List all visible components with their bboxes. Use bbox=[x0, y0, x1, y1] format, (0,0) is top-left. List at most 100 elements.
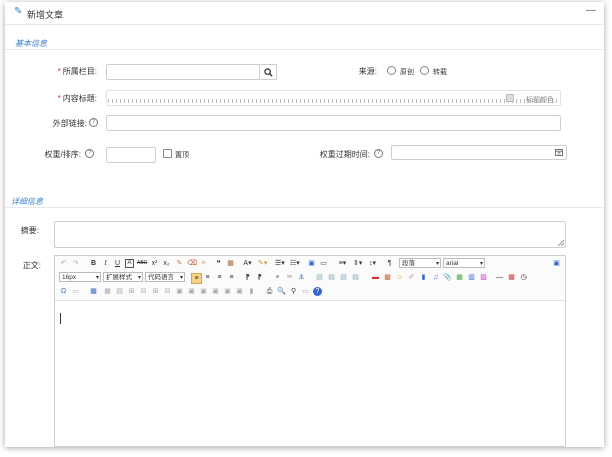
line-height-icon[interactable]: ↕▾ bbox=[368, 259, 377, 268]
align-right-icon[interactable]: ≡ bbox=[215, 273, 224, 282]
special-chars-icon[interactable]: Ω bbox=[59, 287, 68, 296]
select-all-icon[interactable]: ▣ bbox=[307, 259, 316, 268]
image-left-icon[interactable]: ▤ bbox=[327, 273, 336, 282]
merge-right-icon[interactable]: ▣ bbox=[187, 287, 196, 296]
undo-icon[interactable]: ↶ bbox=[59, 259, 68, 268]
split-to-cells-icon[interactable]: ▣ bbox=[211, 287, 220, 296]
insert-code-icon[interactable]: ▧ bbox=[479, 273, 488, 282]
redo-icon[interactable]: ↷ bbox=[71, 259, 80, 268]
paragraph-select[interactable]: 段落 bbox=[399, 258, 441, 269]
blockquote-icon[interactable]: ❝ bbox=[214, 259, 223, 268]
map-icon[interactable]: ▦ bbox=[455, 273, 464, 282]
insert-frame-icon[interactable]: ▥ bbox=[467, 273, 476, 282]
preview-icon[interactable]: 🔍 bbox=[277, 287, 286, 296]
direction-rtl-icon[interactable]: ⁋ bbox=[255, 273, 264, 282]
align-left-icon[interactable]: ≡ bbox=[191, 273, 202, 284]
image-center-icon[interactable]: ▤ bbox=[351, 273, 360, 282]
insert-image-icon[interactable]: ▩ bbox=[383, 273, 392, 282]
title-color-swatch[interactable] bbox=[506, 94, 514, 102]
subscript-icon[interactable]: x₂ bbox=[162, 259, 171, 268]
charts-icon[interactable]: ▮ bbox=[247, 287, 256, 296]
time-icon[interactable]: ◷ bbox=[519, 273, 528, 282]
section-basic-title: 基本信息 bbox=[15, 39, 47, 48]
attachment-icon[interactable]: 📎 bbox=[443, 273, 452, 282]
bg-color-icon[interactable]: ✎▾ bbox=[258, 259, 267, 268]
delete-col-icon[interactable]: ⊟ bbox=[163, 287, 172, 296]
scrawl-icon[interactable]: ✐ bbox=[407, 273, 416, 282]
insert-video-icon[interactable]: ▮ bbox=[419, 273, 428, 282]
source-original-radio[interactable] bbox=[387, 66, 396, 75]
font-family-select[interactable]: arial bbox=[443, 258, 485, 269]
simple-upload-icon[interactable]: ▬ bbox=[371, 273, 380, 282]
pin-checkbox[interactable] bbox=[163, 149, 172, 158]
source-repost-radio[interactable] bbox=[420, 66, 429, 75]
italic-icon[interactable]: I bbox=[101, 259, 110, 268]
code-language-select[interactable]: 代码语言 bbox=[145, 272, 185, 283]
format-match-icon[interactable]: ✎ bbox=[175, 259, 184, 268]
delete-table-icon[interactable]: ▦ bbox=[103, 287, 112, 296]
emoticon-icon[interactable]: ☺ bbox=[395, 273, 404, 282]
print-icon[interactable]: ⎙ bbox=[265, 287, 274, 296]
title-color-button[interactable]: 标题颜色 bbox=[526, 95, 554, 105]
date-icon[interactable]: ▦ bbox=[507, 273, 516, 282]
unordered-list-icon[interactable]: ☷▾ bbox=[290, 259, 300, 268]
border-text-icon[interactable]: A bbox=[125, 259, 134, 268]
underline-icon[interactable]: U bbox=[113, 259, 122, 268]
insert-table-icon[interactable]: ▦ bbox=[89, 287, 98, 296]
align-justify-icon[interactable]: ≡ bbox=[227, 273, 236, 282]
question-circle-icon[interactable]: ? bbox=[89, 118, 98, 127]
eraser-icon[interactable]: ⌫ bbox=[187, 259, 197, 268]
search-replace-icon[interactable]: ⚲ bbox=[289, 287, 298, 296]
merge-down-icon[interactable]: ▣ bbox=[199, 287, 208, 296]
image-none-icon[interactable]: ▤ bbox=[315, 273, 324, 282]
font-size-select[interactable]: 16px bbox=[59, 272, 101, 283]
merge-cells-icon[interactable]: ▣ bbox=[175, 287, 184, 296]
align-center-icon[interactable]: ≡ bbox=[203, 273, 212, 282]
expire-time-input[interactable] bbox=[391, 145, 567, 160]
bold-icon[interactable]: B bbox=[89, 259, 98, 268]
horizontal-rule-icon[interactable]: — bbox=[495, 273, 504, 282]
category-input[interactable] bbox=[106, 64, 260, 80]
weight-input[interactable] bbox=[106, 147, 156, 163]
summary-textarea[interactable] bbox=[54, 221, 566, 248]
resize-handle-icon[interactable] bbox=[558, 240, 564, 246]
split-to-cols-icon[interactable]: ▣ bbox=[235, 287, 244, 296]
minimize-button[interactable]: — bbox=[586, 5, 596, 16]
auto-format-icon[interactable]: ✧ bbox=[199, 259, 208, 268]
paste-plain-icon[interactable]: ▦ bbox=[226, 259, 235, 268]
rich-text-editor[interactable]: ↶ ↷ B I U A ABC x² x₂ ✎ ⌫ ✧ ❝ ▦ A▾ ✎▾ ☰▾… bbox=[54, 255, 566, 447]
editor-toolbar: ↶ ↷ B I U A ABC x² x₂ ✎ ⌫ ✧ ❝ ▦ A▾ ✎▾ ☰▾… bbox=[55, 256, 565, 301]
split-to-rows-icon[interactable]: ▣ bbox=[223, 287, 232, 296]
insert-col-icon[interactable]: ⊞ bbox=[151, 287, 160, 296]
text-cursor bbox=[60, 313, 61, 324]
delete-row-icon[interactable]: ⊟ bbox=[139, 287, 148, 296]
music-icon[interactable]: ♫ bbox=[431, 273, 440, 282]
ordered-list-icon[interactable]: ☰▾ bbox=[275, 259, 285, 268]
question-circle-icon[interactable]: ? bbox=[85, 149, 94, 158]
superscript-icon[interactable]: x² bbox=[150, 259, 159, 268]
question-circle-icon[interactable]: ? bbox=[374, 149, 383, 158]
strikethrough-icon[interactable]: ABC bbox=[137, 259, 147, 268]
direction-ltr-icon[interactable]: ⁋ bbox=[243, 273, 252, 282]
insert-row-icon[interactable]: ⊞ bbox=[127, 287, 136, 296]
help-icon[interactable]: ? bbox=[313, 287, 322, 296]
content-title-input[interactable]: 标题颜色 bbox=[106, 90, 561, 106]
link-icon[interactable]: ⚭ bbox=[273, 273, 282, 282]
calendar-icon[interactable] bbox=[555, 149, 563, 156]
section-divider bbox=[5, 49, 604, 50]
draft-icon[interactable]: ▭ bbox=[301, 287, 310, 296]
extended-style-select[interactable]: 扩展样式 bbox=[103, 272, 143, 283]
image-right-icon[interactable]: ▤ bbox=[339, 273, 348, 282]
row-spacing-bottom-icon[interactable]: ⇕▾ bbox=[353, 259, 362, 268]
external-link-input[interactable] bbox=[106, 115, 561, 131]
row-spacing-top-icon[interactable]: ≡▾ bbox=[338, 259, 347, 268]
fullscreen-icon[interactable]: ▣ bbox=[552, 259, 561, 268]
wordimage-icon[interactable]: ▭ bbox=[71, 287, 80, 296]
unlink-icon[interactable]: ⚮ bbox=[285, 273, 294, 282]
category-search-button[interactable] bbox=[260, 64, 277, 80]
anchor-icon[interactable]: ⚓ bbox=[297, 273, 306, 282]
insert-paragraph-before-table-icon[interactable]: ▤ bbox=[115, 287, 124, 296]
custom-title-icon[interactable]: ¶ bbox=[385, 259, 394, 268]
font-color-icon[interactable]: A▾ bbox=[243, 259, 252, 268]
clear-doc-icon[interactable]: ▭ bbox=[319, 259, 328, 268]
